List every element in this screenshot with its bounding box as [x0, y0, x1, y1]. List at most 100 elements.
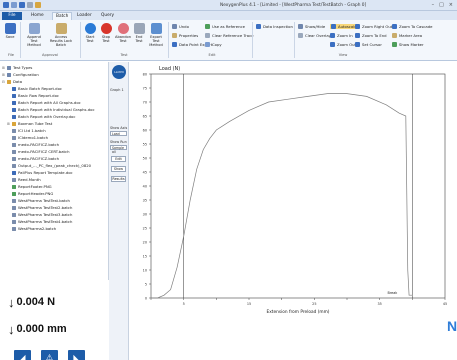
set-cursor-button[interactable]: Set Cursor: [355, 42, 382, 47]
x-axis-label: Extension from Preload (mm): [267, 309, 330, 315]
tree-item[interactable]: ⊟ Data: [2, 79, 22, 84]
zoom-right-out-button[interactable]: Zoom Right Out: [355, 24, 392, 29]
autoscale-button[interactable]: Autoscale: [330, 24, 358, 29]
tree-item[interactable]: medo-PACIFICZ.batch: [7, 156, 59, 161]
tree-item-label: ReportHeader.PNG: [18, 191, 54, 196]
file-icon: [12, 191, 16, 196]
undo-button[interactable]: Undo: [172, 24, 189, 29]
group-label-approval: Approval: [42, 53, 58, 57]
tab-file[interactable]: File: [2, 12, 22, 20]
tree-item[interactable]: ReportFooter.PNG: [7, 184, 52, 189]
tree-item[interactable]: WestPharma2.batch: [7, 226, 56, 231]
zoom-in-icon: [330, 33, 335, 38]
tree-item[interactable]: Batch Report with Overlay.doc: [7, 114, 75, 119]
marker-area-button[interactable]: Marker Area: [392, 33, 422, 38]
group-label-edit: Edit: [208, 53, 216, 57]
end-test-button[interactable]: End Test: [133, 23, 145, 43]
zoom-out-button[interactable]: Zoom Out: [330, 42, 356, 47]
show-hide-button[interactable]: Show/Hide: [298, 24, 325, 29]
stop-test-button[interactable]: Stop Test: [99, 23, 113, 43]
expand-toggle-icon[interactable]: ⊟: [2, 80, 5, 84]
tab-loader[interactable]: Loader: [74, 12, 95, 20]
tree-item[interactable]: Reed.Month: [7, 177, 41, 182]
file-icon: [12, 205, 16, 210]
tree-item[interactable]: PaliPlus Report Template.doc: [7, 170, 73, 175]
tree-item[interactable]: ⊞ Boxman Tube Test: [7, 121, 52, 126]
tree-item[interactable]: WestPharma TestTest4.batch: [7, 219, 72, 224]
expand-toggle-icon[interactable]: ⊞: [2, 66, 5, 70]
access-results-button[interactable]: Access Results Lock Batch: [48, 23, 74, 47]
tree-item[interactable]: ICI Ltd 1.batch: [7, 128, 46, 133]
file-icon: [12, 142, 16, 147]
copy-icon: [205, 42, 210, 47]
tree-item[interactable]: ReportHeader.PNG: [7, 191, 53, 196]
tree-item[interactable]: WestPharma TestTest2.batch: [7, 205, 72, 210]
jog-down-icon[interactable]: ◣: [68, 350, 85, 360]
tree-item[interactable]: ICIdemo1.batch: [7, 135, 48, 140]
reference-icon: [205, 24, 210, 29]
show-button[interactable]: Show: [111, 166, 126, 172]
results-button[interactable]: Results: [111, 176, 126, 182]
edit-button[interactable]: Edit: [111, 156, 126, 162]
clear-reference-trace-button[interactable]: Clear Reference Trace: [205, 33, 254, 38]
y-tick-label: 40: [143, 184, 147, 188]
show-axis-select[interactable]: Load: [110, 131, 127, 136]
load-extension-chart[interactable]: Load (N) 0 5 10 15 20 25 30 35 40 45 50 55 60 65 70 75 80…: [129, 62, 457, 360]
tree-item-label: Output_..._PC_flex_(peak_check)_0820: [18, 163, 92, 168]
folder-icon[interactable]: [35, 2, 41, 8]
end-icon: [133, 23, 145, 34]
maximize-button[interactable]: □: [439, 2, 444, 8]
tree-item[interactable]: ⊞ Configuration: [2, 72, 39, 77]
abandon-icon: [117, 23, 129, 34]
tree-item[interactable]: Batch Report with All Graphs.doc: [7, 100, 81, 105]
tree-item[interactable]: WestPharma TestTest3.batch: [7, 212, 72, 217]
show-run-select[interactable]: Sample all: [110, 145, 127, 154]
expand-toggle-icon[interactable]: ⊞: [2, 73, 5, 77]
zoom-to-cascade-button[interactable]: Zoom To Cascade: [392, 24, 432, 29]
bottom-toolbar: ◢ ⚠ ◣: [14, 350, 85, 360]
data-inspection-button[interactable]: Data Inspection: [256, 24, 293, 29]
minimize-button[interactable]: –: [432, 2, 435, 8]
copy-button[interactable]: Copy: [205, 42, 222, 47]
start-test-button[interactable]: Start Test: [83, 23, 97, 43]
warning-icon[interactable]: ⚠: [41, 350, 58, 360]
show-marker-button[interactable]: Show Marker: [392, 42, 424, 47]
expand-toggle-icon[interactable]: ⊞: [7, 122, 10, 126]
tree-item[interactable]: ⊞ Test Types: [2, 65, 32, 70]
close-button[interactable]: ×: [449, 2, 453, 8]
properties-button[interactable]: Properties: [172, 33, 198, 38]
tree-item[interactable]: Basic Batch Report.doc: [7, 86, 62, 91]
zoom-in-button[interactable]: Zoom In: [330, 33, 353, 38]
save-icon[interactable]: [19, 2, 25, 8]
tree-item-label: ICIdemo1.batch: [18, 135, 49, 140]
y-tick-label: 25: [143, 226, 147, 230]
file-icon: [12, 121, 16, 126]
append-test-method-button[interactable]: Append Test Method: [24, 23, 44, 47]
open-icon[interactable]: [11, 2, 17, 8]
quick-access-toolbar: [3, 2, 41, 8]
zoom-icon: [355, 24, 360, 29]
tree-item[interactable]: Batch Report with Individual Graphs.doc: [7, 107, 95, 112]
file-icon: [12, 135, 16, 140]
print-icon[interactable]: [27, 2, 33, 8]
save-button[interactable]: Save: [3, 23, 17, 39]
x-tick-label: 45: [443, 302, 447, 306]
abandon-test-button[interactable]: Abandon Test: [115, 23, 131, 43]
tree-item-label: ICI Ltd 1.batch: [18, 128, 46, 133]
tree-item[interactable]: Output_..._PC_flex_(peak_check)_0820: [7, 163, 91, 168]
tab-home[interactable]: Home: [28, 12, 47, 20]
tree-item[interactable]: Basic Row Report.doc: [7, 93, 59, 98]
jog-up-icon[interactable]: ◢: [14, 350, 31, 360]
clear-icon: [205, 33, 210, 38]
load-readout: ↓ 0.004 N: [8, 296, 55, 309]
tab-query[interactable]: Query: [98, 12, 117, 20]
clear-overlays-button[interactable]: Clear Overlays: [298, 33, 333, 38]
tab-batch[interactable]: Batch: [52, 12, 73, 20]
tree-item[interactable]: WestPharma TestTest.batch: [7, 198, 70, 203]
file-icon: [12, 177, 16, 182]
use-as-reference-button[interactable]: Use as Reference: [205, 24, 245, 29]
zoom-to-end-button[interactable]: Zoom To End: [355, 33, 387, 38]
tree-item[interactable]: medo-PACIFICZ CERT.batch: [7, 149, 70, 154]
tree-item[interactable]: medo-PACIFICZ.batch: [7, 142, 59, 147]
export-test-method-button[interactable]: Export Test Method: [147, 23, 165, 47]
